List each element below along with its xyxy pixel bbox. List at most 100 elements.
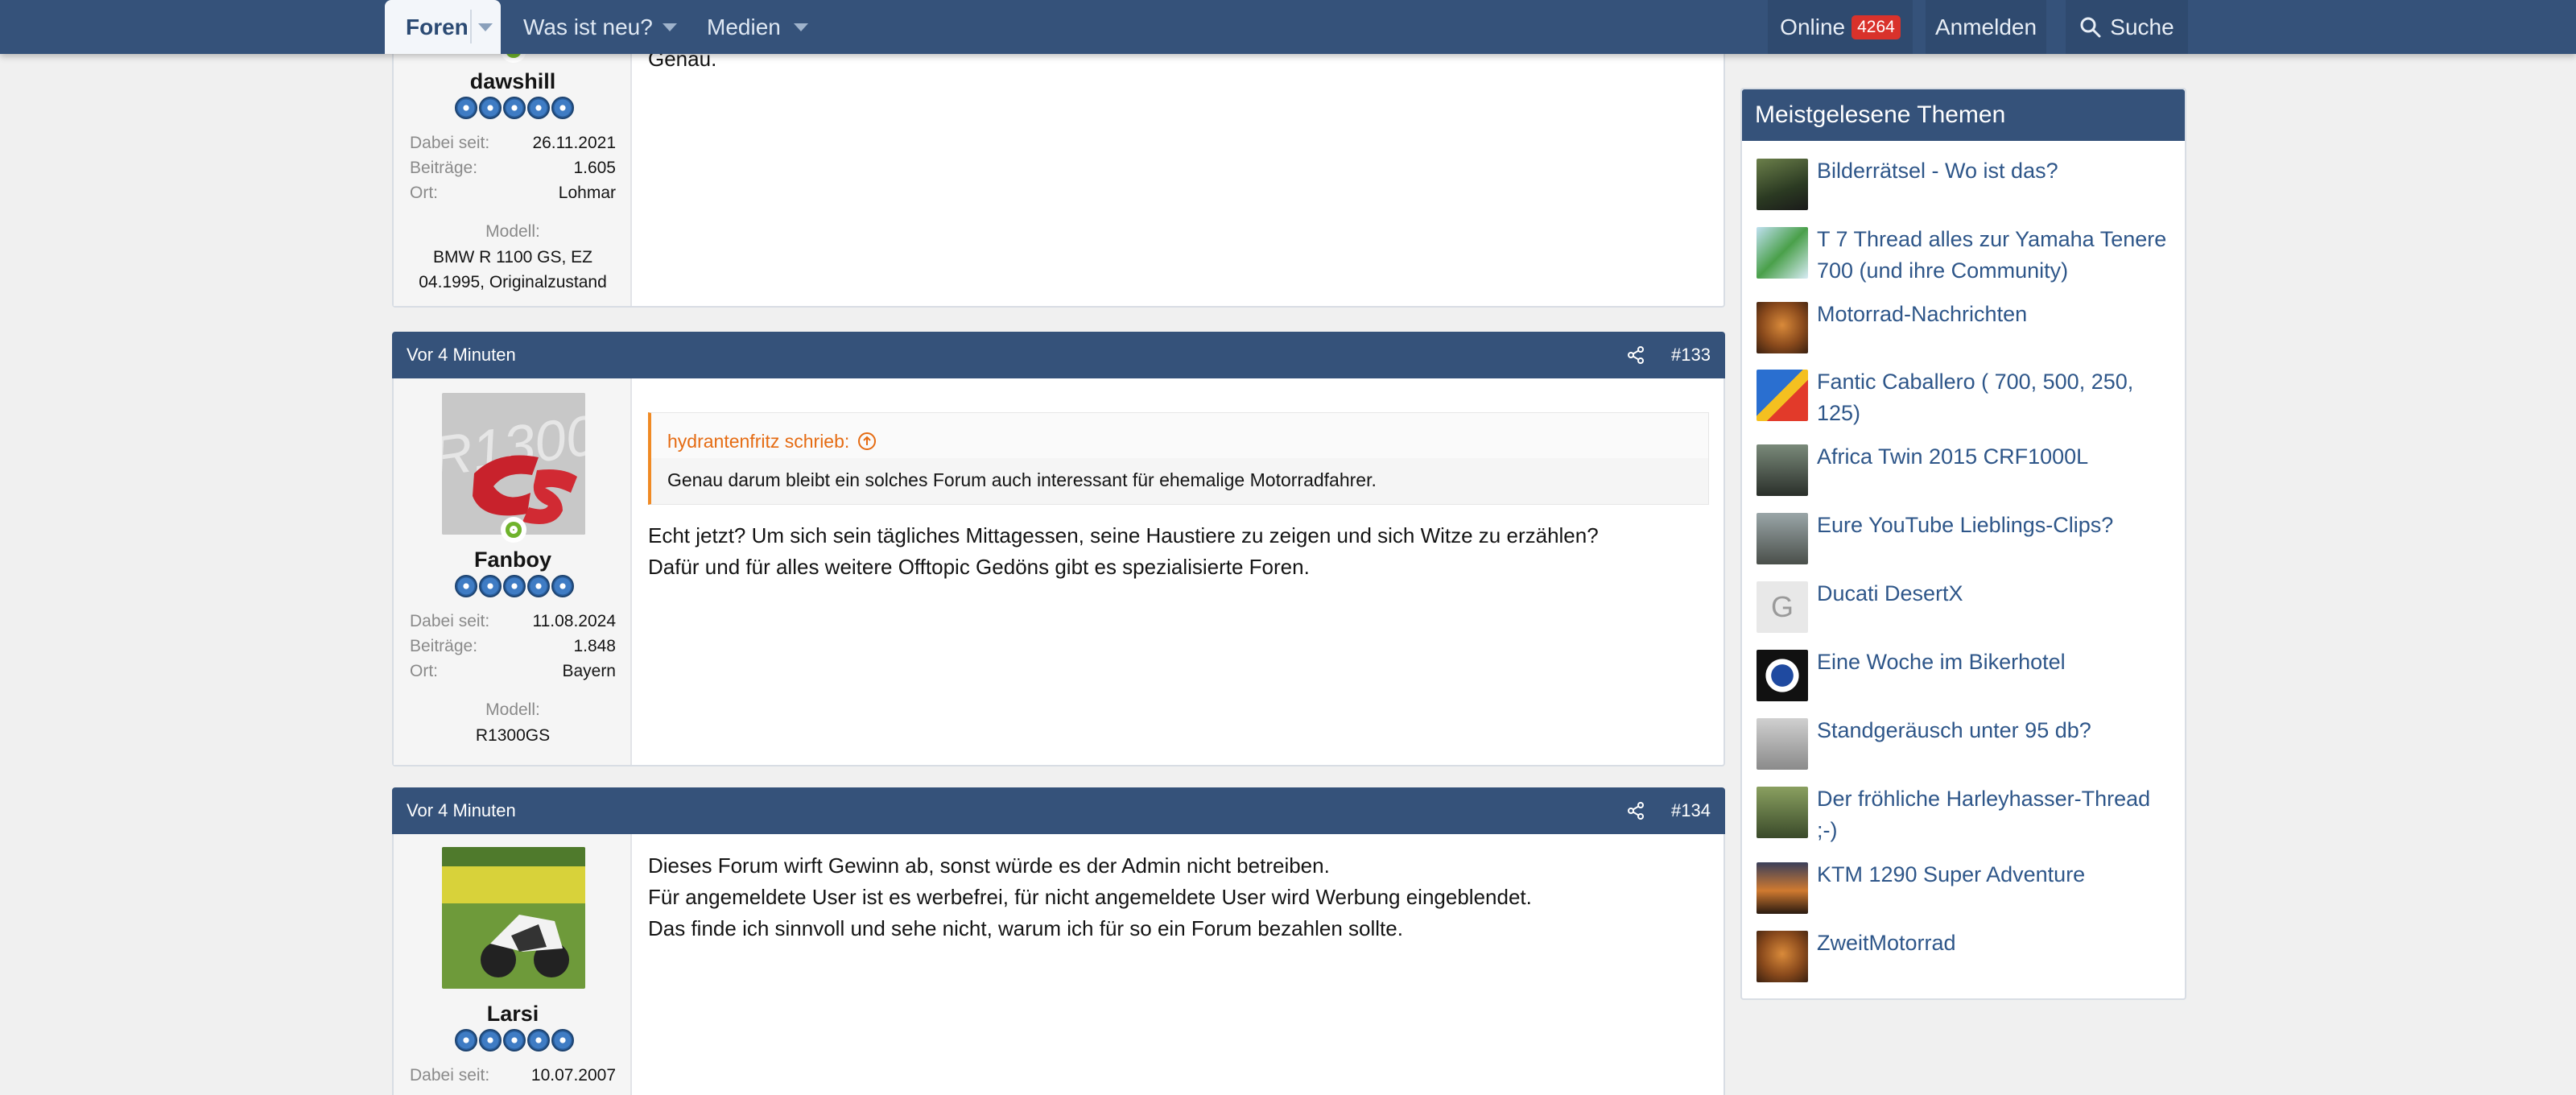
posts-label: Beiträge: (410, 637, 478, 655)
avatar[interactable] (442, 847, 585, 989)
forums-dropdown-icon[interactable] (478, 23, 493, 31)
avatar[interactable]: R1300 (442, 393, 585, 535)
rank-star-icon (527, 97, 550, 119)
joined-label: Dabei seit: (410, 134, 490, 152)
avatar-image: R1300 (442, 393, 585, 535)
rank-icons (455, 97, 574, 119)
thread-thumbnail-letter: G (1757, 581, 1808, 633)
rank-star-icon (479, 97, 502, 119)
thread-thumbnail (1757, 227, 1808, 279)
online-count-badge: 4264 (1852, 14, 1901, 39)
rank-star-icon (503, 97, 526, 119)
user-posts: Beiträge: 1.605 (410, 159, 616, 178)
post-time[interactable]: Vor 4 Minuten (407, 345, 1626, 366)
location-value: Lohmar (558, 184, 616, 202)
quote-text: Genau darum bleibt ein solches Forum auc… (667, 469, 1377, 490)
post-user-column: Larsi Dabei seit: 10.07.2007 (394, 834, 632, 1095)
user-location: Ort: Bayern (410, 662, 616, 681)
rank-icons (455, 575, 574, 597)
post-number[interactable]: #133 (1671, 345, 1711, 366)
user-joined: Dabei seit: 10.07.2007 (410, 1066, 616, 1085)
joined-value: 10.07.2007 (530, 1066, 616, 1085)
rank-star-icon (479, 575, 502, 597)
joined-label: Dabei seit: (410, 1066, 490, 1085)
rank-star-icon (551, 97, 574, 119)
rank-star-icon (527, 575, 550, 597)
rank-star-icon (479, 1029, 502, 1052)
nav-media-label: Medien (707, 14, 781, 39)
joined-value: 11.08.2024 (532, 612, 616, 630)
thread-link[interactable]: Bilderrätsel - Wo ist das? (1817, 155, 2175, 187)
thread-thumbnail (1757, 650, 1808, 701)
share-icon[interactable] (1626, 801, 1645, 820)
online-button[interactable]: Online 4264 (1768, 0, 1913, 54)
rank-star-icon (503, 575, 526, 597)
thread-thumbnail (1757, 513, 1808, 564)
rank-star-icon (503, 1029, 526, 1052)
username[interactable]: Fanboy (394, 548, 632, 572)
search-button[interactable]: Suche (2066, 0, 2188, 54)
thread-link[interactable]: Eine Woche im Bikerhotel (1817, 647, 2175, 678)
arrow-up-circle-icon[interactable] (857, 432, 877, 451)
rank-star-icon (527, 1029, 550, 1052)
thread-thumbnail (1757, 302, 1808, 353)
posts-value: 1.848 (573, 637, 616, 655)
message-line: Dafür und für alles weitere Offtopic Ged… (648, 555, 1310, 579)
rank-star-icon (455, 575, 477, 597)
thread-link[interactable]: Standgeräusch unter 95 db? (1817, 715, 2175, 746)
thread-thumbnail (1757, 931, 1808, 982)
thread-link[interactable]: Der fröhliche Harleyhasser-Thread ;-) (1817, 783, 2175, 846)
thread-thumbnail (1757, 718, 1808, 770)
post-number[interactable]: #134 (1671, 800, 1711, 821)
username[interactable]: dawshill (394, 69, 632, 94)
thread-thumbnail (1757, 370, 1808, 421)
thread-link[interactable]: Eure YouTube Lieblings-Clips? (1817, 510, 2175, 541)
nav-tab-media[interactable]: Medien (707, 0, 781, 54)
user-posts: Beiträge: 1.848 (410, 637, 616, 656)
widget-title: Meistgelesene Themen (1742, 89, 2185, 141)
location-value: Bayern (562, 662, 616, 680)
rank-star-icon (455, 97, 477, 119)
post-user-column: R1300 Fanboy Dabei seit: 11.08.2024 Beit… (394, 378, 632, 765)
thread-link[interactable]: Fantic Caballero ( 700, 500, 250, 125) (1817, 366, 2175, 429)
message-line: Das finde ich sinnvoll und sehe nicht, w… (648, 916, 1403, 940)
user-joined: Dabei seit: 26.11.2021 (410, 134, 616, 153)
nav-divider (470, 10, 472, 43)
nav-whats-new-label: Was ist neu? (523, 14, 653, 39)
top-navbar: Foren Was ist neu? Medien Online 4264 An… (0, 0, 2576, 54)
login-button[interactable]: Anmelden (1926, 0, 2046, 54)
posts-value: 1.605 (573, 159, 616, 177)
avatar-image (442, 847, 585, 989)
rank-star-icon (455, 1029, 477, 1052)
thread-link[interactable]: KTM 1290 Super Adventure (1817, 859, 2175, 890)
joined-value: 26.11.2021 (532, 134, 616, 152)
thread-link[interactable]: ZweitMotorrad (1817, 928, 2175, 959)
rank-icons (455, 1029, 574, 1052)
post-time[interactable]: Vor 4 Minuten (407, 800, 1626, 821)
whats-new-dropdown-icon[interactable] (663, 23, 677, 31)
thread-link[interactable]: Motorrad-Nachrichten (1817, 299, 2175, 330)
user-location: Ort: Lohmar (410, 184, 616, 203)
share-icon[interactable] (1626, 345, 1645, 365)
rank-star-icon (551, 575, 574, 597)
thread-link[interactable]: Africa Twin 2015 CRF1000L (1817, 441, 2175, 473)
post-134: Larsi Dabei seit: 10.07.2007 Dieses Foru… (392, 834, 1725, 1095)
search-label: Suche (2110, 14, 2174, 39)
online-label: Online (1780, 14, 1846, 39)
post-133: R1300 Fanboy Dabei seit: 11.08.2024 Beit… (392, 378, 1725, 766)
quote-header[interactable]: hydrantenfritz schrieb: (651, 413, 1708, 458)
thread-link[interactable]: Ducati DesertX (1817, 578, 2175, 609)
thread-link[interactable]: T 7 Thread alles zur Yamaha Tenere 700 (… (1817, 224, 2175, 287)
location-label: Ort: (410, 662, 438, 680)
username[interactable]: Larsi (394, 1002, 632, 1027)
post-message: Dieses Forum wirft Gewinn ab, sonst würd… (648, 850, 1532, 944)
rank-star-icon (551, 1029, 574, 1052)
posts-label: Beiträge: (410, 159, 478, 177)
joined-label: Dabei seit: (410, 612, 490, 630)
media-dropdown-icon[interactable] (794, 23, 808, 31)
thread-thumbnail (1757, 159, 1808, 210)
nav-tab-whats-new[interactable]: Was ist neu? (523, 0, 653, 54)
user-joined: Dabei seit: 11.08.2024 (410, 612, 616, 631)
quote-author[interactable]: hydrantenfritz schrieb: (667, 431, 849, 452)
post-message: Echt jetzt? Um sich sein tägliches Mitta… (648, 520, 1599, 583)
